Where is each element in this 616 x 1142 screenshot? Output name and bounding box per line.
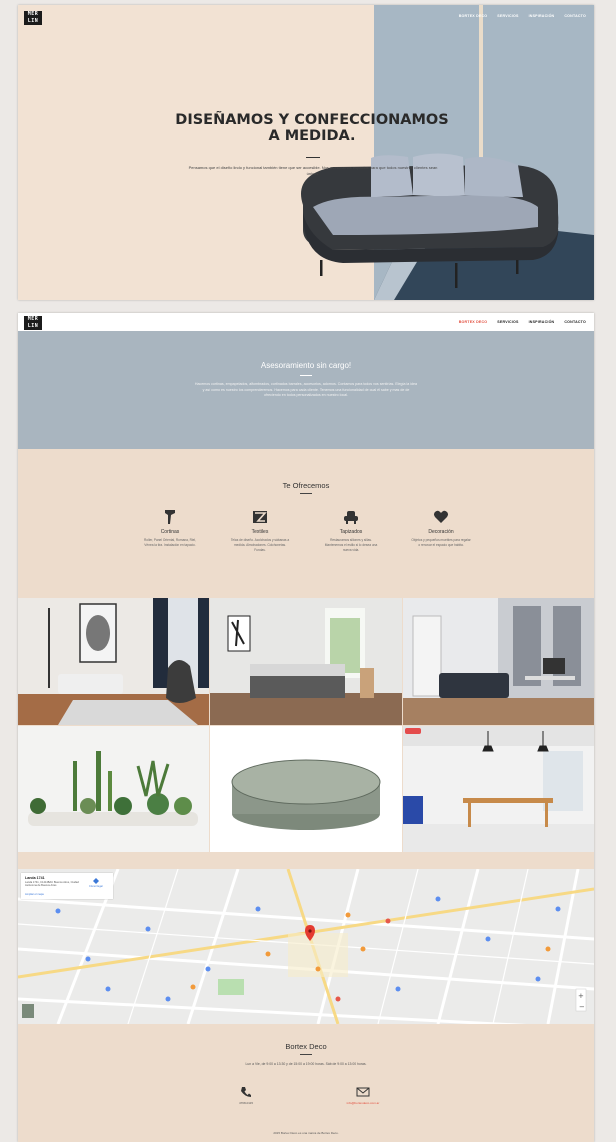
- nav-item-contact[interactable]: CONTACTO: [564, 14, 586, 18]
- service-desc: Telas de diseño. Acolchados y sábanas a …: [230, 538, 290, 552]
- hero-divider: [306, 157, 320, 158]
- nav-item-services[interactable]: SERVICIOS: [497, 14, 518, 18]
- map-address: Landa 1741, C1414BAC Buenos Aires, Ciuda…: [25, 881, 79, 888]
- gallery-photo-bedroom[interactable]: [210, 598, 402, 725]
- inspiration-gallery: [18, 598, 594, 852]
- gallery-photo-dining[interactable]: [403, 726, 594, 852]
- advice-text: Hacemos cortinas, empapelados, alfombrad…: [194, 382, 418, 397]
- nav-item-home[interactable]: BORTEX DECO: [459, 320, 488, 324]
- service-desc: Restauramos sillones y sillas. Mantenemo…: [324, 538, 378, 552]
- gallery-photo-pouf[interactable]: [210, 726, 402, 852]
- heart-icon: [434, 510, 448, 523]
- nav-item-home[interactable]: BORTEX DECO: [459, 14, 488, 18]
- footer-copyright: 2015 Bortex Deco es una marca de Bortex …: [273, 1131, 339, 1135]
- logo[interactable]: MER LIN: [24, 316, 42, 330]
- main-nav: BORTEX DECO SERVICIOS INSPIRACIÓN CONTAC…: [459, 320, 586, 324]
- footer-divider: [300, 1054, 312, 1055]
- service-title: Cortinas: [160, 529, 180, 535]
- nav-item-inspiration[interactable]: INSPIRACIÓN: [529, 14, 555, 18]
- advice-divider: [300, 375, 312, 376]
- hero-title: DISEÑAMOS Y CONFECCIONAMOS A MEDIDA.: [175, 112, 449, 144]
- svg-text:−: −: [579, 1003, 585, 1011]
- email-icon: [356, 1087, 370, 1097]
- svg-text:+: +: [578, 992, 584, 1000]
- service-textiles: Textiles Telas de diseño. Acolchados y s…: [230, 509, 290, 552]
- gallery-photo-livingroom[interactable]: [18, 598, 209, 725]
- footer-email[interactable]: info@bortexdeco.com.ar: [323, 1101, 403, 1105]
- nav-item-inspiration[interactable]: INSPIRACIÓN: [529, 320, 555, 324]
- hero-subtitle: Pensamos que el diseño lindo y funcional…: [188, 165, 438, 176]
- service-title: Textiles: [251, 529, 269, 535]
- nav-item-contact[interactable]: CONTACTO: [564, 320, 586, 324]
- service-curtains: Cortinas Roller, Panel Oriental, Romana,…: [140, 509, 200, 548]
- footer-phone[interactable]: 4768-0115: [206, 1101, 286, 1105]
- hero-nav: BORTEX DECO SERVICIOS INSPIRACIÓN CONTAC…: [459, 14, 586, 18]
- advice-title: Asesoramiento sin cargo!: [260, 361, 352, 370]
- gallery-photo-lounge[interactable]: [403, 598, 594, 725]
- map-directions-link[interactable]: Cómo llegar: [85, 878, 107, 888]
- textile-icon: [253, 511, 267, 523]
- map-info-card: Landa 1741 Landa 1741, C1414BAC Buenos A…: [21, 873, 113, 899]
- curtain-icon: [165, 510, 175, 524]
- footer-brand: Bortex Deco: [285, 1042, 327, 1051]
- fullpage-screenshot: MER LIN BORTEX DECO SERVICIOS INSPIRACIÓ…: [18, 313, 594, 1142]
- phone-icon: [241, 1087, 251, 1097]
- map-larger-link[interactable]: Ampliar el mapa: [25, 893, 44, 896]
- service-upholstery: Tapizados Restauramos sillones y sillas.…: [321, 509, 381, 552]
- nav-item-services[interactable]: SERVICIOS: [497, 320, 518, 324]
- gallery-photo-succulents[interactable]: [18, 726, 209, 852]
- service-title: Tapizados: [339, 529, 363, 535]
- service-desc: Objetos y pequeños muebles para regalar …: [411, 538, 471, 547]
- location-map[interactable]: + − Landa 1741 Landa 1741, C1414BAC Buen…: [18, 869, 594, 1024]
- armchair-icon: [344, 511, 358, 524]
- map-place-name: Landa 1741: [25, 876, 45, 880]
- service-decoration: Decoración Objetos y pequeños muebles pa…: [411, 509, 471, 548]
- hero-screenshot: MER LIN BORTEX DECO SERVICIOS INSPIRACIÓ…: [18, 5, 594, 300]
- sofa-image: [301, 153, 559, 288]
- directions-icon: [93, 878, 99, 884]
- footer-hours: Lun a Vie, de 9:00 a 13:30 y de 15:00 a …: [245, 1062, 367, 1066]
- service-desc: Roller, Panel Oriental, Romana, Riel, Vé…: [143, 538, 197, 547]
- service-title: Decoración: [428, 529, 454, 535]
- offer-divider: [300, 493, 312, 494]
- offer-title: Te Ofrecemos: [282, 481, 330, 490]
- logo[interactable]: MER LIN: [24, 11, 42, 25]
